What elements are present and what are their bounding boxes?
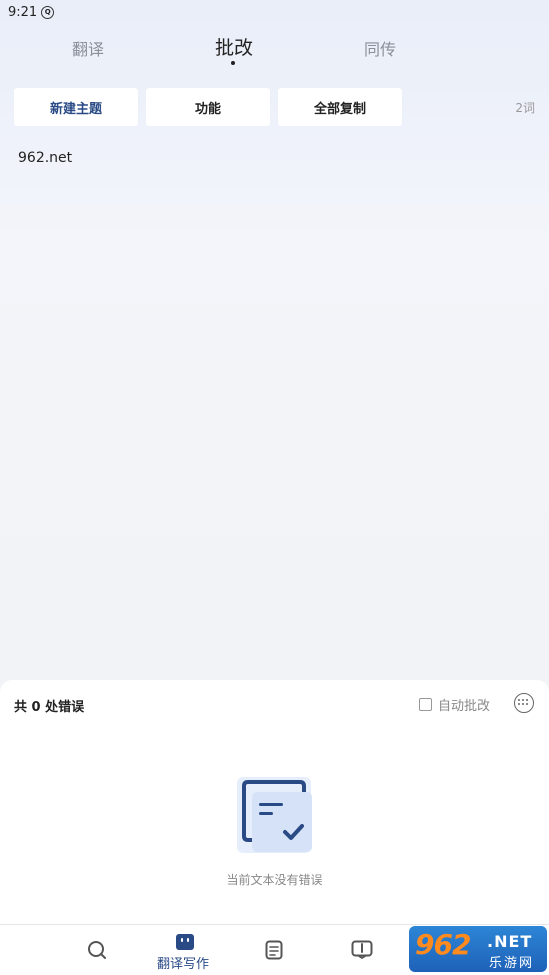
empty-message: 当前文本没有错误 — [226, 873, 323, 887]
auto-correct-toggle[interactable]: 自动批改 — [419, 695, 490, 714]
word-count: 2词 — [515, 101, 535, 115]
status-bar: 9:21 Q — [0, 0, 549, 24]
top-tabs: 翻译 批改 同传 — [0, 30, 549, 70]
document-check-icon — [237, 777, 312, 853]
more-options-icon[interactable] — [514, 693, 534, 713]
site-watermark: 962 .NET 乐游网 — [409, 926, 547, 972]
nav-book[interactable] — [351, 925, 373, 975]
new-topic-button[interactable]: 新建主题 — [14, 88, 138, 126]
auto-correct-label: 自动批改 — [438, 699, 491, 714]
document-icon — [265, 940, 283, 960]
toolbar: 新建主题 功能 全部复制 — [14, 88, 544, 126]
book-icon — [351, 940, 373, 960]
nav-translate-write[interactable]: 翻译写作 — [157, 925, 217, 975]
status-time: 9:21 — [8, 4, 38, 20]
tab-interpret[interactable]: 同传 — [364, 36, 396, 60]
watermark-net: .NET — [487, 932, 533, 951]
nav-search[interactable] — [86, 925, 110, 975]
functions-button[interactable]: 功能 — [146, 88, 270, 126]
tab-correct[interactable]: 批改 — [215, 33, 253, 60]
correction-panel: 共 0 处错误 自动批改 当前文本没有错误 — [0, 680, 549, 925]
copy-all-button[interactable]: 全部复制 — [278, 88, 402, 126]
auto-correct-checkbox[interactable] — [419, 698, 432, 711]
active-tab-indicator — [231, 61, 235, 65]
notification-icon: Q — [41, 5, 55, 19]
tab-translate[interactable]: 翻译 — [72, 36, 104, 60]
watermark-logo: 962 — [415, 928, 471, 961]
editor-text[interactable]: 962.net — [18, 150, 72, 166]
nav-label-translate-write: 翻译写作 — [157, 957, 210, 972]
error-summary: 共 0 处错误 — [14, 700, 85, 715]
robot-icon — [176, 934, 194, 950]
watermark-sub: 乐游网 — [489, 956, 535, 971]
nav-document[interactable] — [264, 925, 284, 975]
search-icon — [88, 941, 106, 959]
